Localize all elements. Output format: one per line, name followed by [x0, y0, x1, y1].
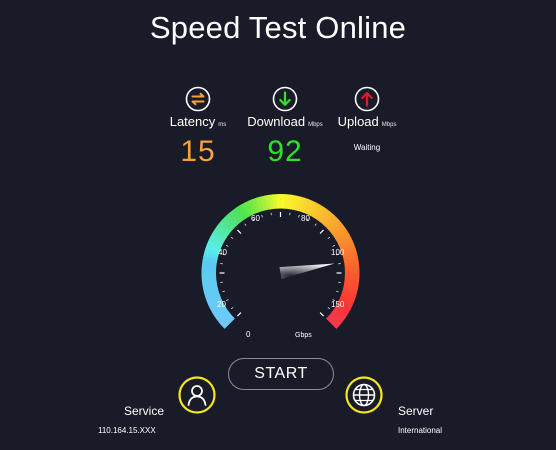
upload-arrow-icon [354, 86, 380, 112]
gauge-tick-mark [230, 236, 234, 239]
gauge-arc-segment [201, 272, 218, 278]
gauge-tick-mark [298, 214, 300, 218]
upload-status: Waiting [353, 143, 381, 152]
gauge-tick-label-0: 0 [246, 330, 251, 339]
gauge-tick-label-40: 40 [218, 248, 227, 257]
gauge-arc-segment [343, 268, 360, 274]
server-location: International [398, 426, 443, 435]
gauge-unit: Gbps [295, 332, 312, 339]
gauge-tick-mark [225, 244, 229, 247]
gauge-tick-label-100: 100 [331, 248, 345, 257]
service-label: Service [124, 404, 165, 418]
gauge-tick-mark [230, 307, 234, 310]
globe-icon[interactable] [345, 376, 383, 414]
user-icon[interactable] [178, 376, 216, 414]
download-label-text: Download [247, 114, 306, 129]
page-title: Speed Test Online [149, 10, 407, 45]
gauge-tick-mark [314, 223, 317, 226]
gauge-tick-mark [332, 244, 336, 247]
gauge-tick-labels: 0 20 40 60 80 100 150 Gbps [217, 214, 345, 339]
gauge-arc-segment [276, 194, 282, 211]
start-button[interactable]: START [228, 358, 334, 390]
gauge-tick-mark [319, 229, 325, 234]
upload-unit: Mbps [381, 122, 397, 128]
gauge-tick-mark [236, 312, 242, 317]
gauge-tick-mark [225, 299, 229, 302]
speed-test-page: Speed Test Online Latency ms 15 Download M… [0, 0, 556, 450]
gauge-tick-mark [244, 223, 247, 226]
gauge-tick-mark [236, 229, 242, 234]
gauge-tick-mark [336, 290, 339, 293]
gauge-tick-label-20: 20 [217, 300, 226, 309]
latency-label-text: Latency [169, 114, 216, 129]
gauge-tick-label-80: 80 [301, 214, 310, 223]
upload-label: Upload Mbps [312, 114, 422, 129]
gauge-tick-mark [261, 214, 263, 218]
gauge-tick-label-150: 150 [331, 300, 345, 309]
gauge-tick-mark [319, 312, 325, 317]
download-arrow-icon [272, 86, 298, 112]
swap-arrows-icon [185, 86, 211, 112]
gauge-tick-label-60: 60 [251, 214, 260, 223]
upload-label-text: Upload [337, 114, 379, 129]
server-label: Server [398, 404, 434, 418]
service-ip: 110.164.15.XXX [98, 426, 156, 435]
gauge-needle [279, 263, 335, 279]
latency-unit: ms [218, 122, 227, 128]
gauge-tick-mark [222, 290, 225, 293]
upload-metric: Upload Mbps Waiting [312, 86, 422, 152]
gauge-inner-edge [216, 208, 345, 319]
gauge-tick-mark [327, 307, 331, 310]
gauge-tick-mark [327, 236, 331, 239]
speed-gauge: 0 20 40 60 80 100 150 Gbps [201, 194, 360, 339]
